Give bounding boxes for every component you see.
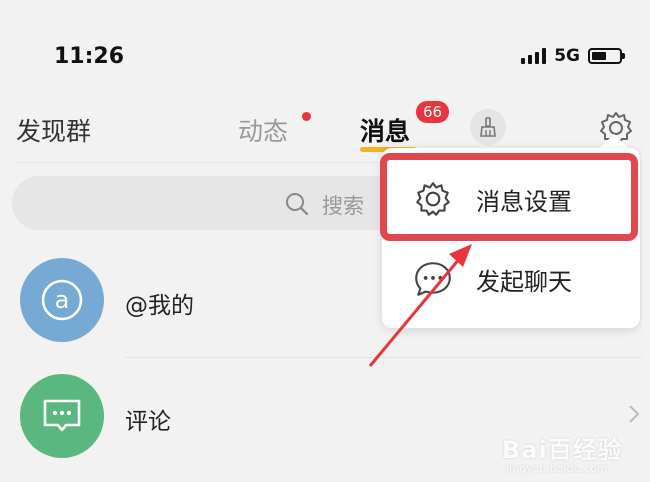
list-item-label: 评论 [125, 409, 171, 435]
unread-count-badge: 66 [416, 101, 450, 123]
battery-icon [588, 48, 625, 64]
clear-unread-broom-icon[interactable] [470, 109, 506, 145]
comment-icon [43, 399, 81, 432]
menu-item-label: 发起聊天 [476, 267, 572, 296]
chat-bubble-icon [415, 262, 451, 296]
tab-discover-groups[interactable]: 发现群 [16, 112, 91, 148]
status-indicators: 5G [521, 46, 625, 66]
svg-text:a: a [55, 286, 70, 314]
battery-fill [592, 52, 607, 60]
status-time: 11:26 [54, 44, 125, 69]
highlight-annotation-box [380, 153, 638, 241]
list-item-label: @我的 [125, 293, 194, 319]
tab-messages[interactable]: 消息 [360, 112, 410, 148]
search-icon [286, 193, 309, 216]
baidu-jingyan-watermark: Bai百经验 jingyan.baidu.com [502, 430, 642, 482]
watermark-logo-text: Bai百经验 [502, 436, 623, 464]
signal-icon [521, 48, 547, 64]
new-dot-badge [302, 112, 311, 121]
network-type: 5G [554, 46, 580, 66]
comment-avatar [20, 374, 104, 458]
chevron-right-icon [629, 405, 640, 423]
tab-dynamic[interactable]: 动态 [238, 112, 288, 148]
watermark-url: jingyan.baidu.com [506, 462, 608, 475]
at-icon: a [41, 279, 83, 321]
phone-screen: 11:26 5G 发现群 动态 消息 66 搜索 a @我的 评论 消息设置 发… [8, 8, 642, 482]
search-placeholder: 搜索 [322, 194, 364, 218]
mention-avatar: a [20, 258, 104, 342]
menu-item-start-chat[interactable]: 发起聊天 [382, 240, 640, 318]
